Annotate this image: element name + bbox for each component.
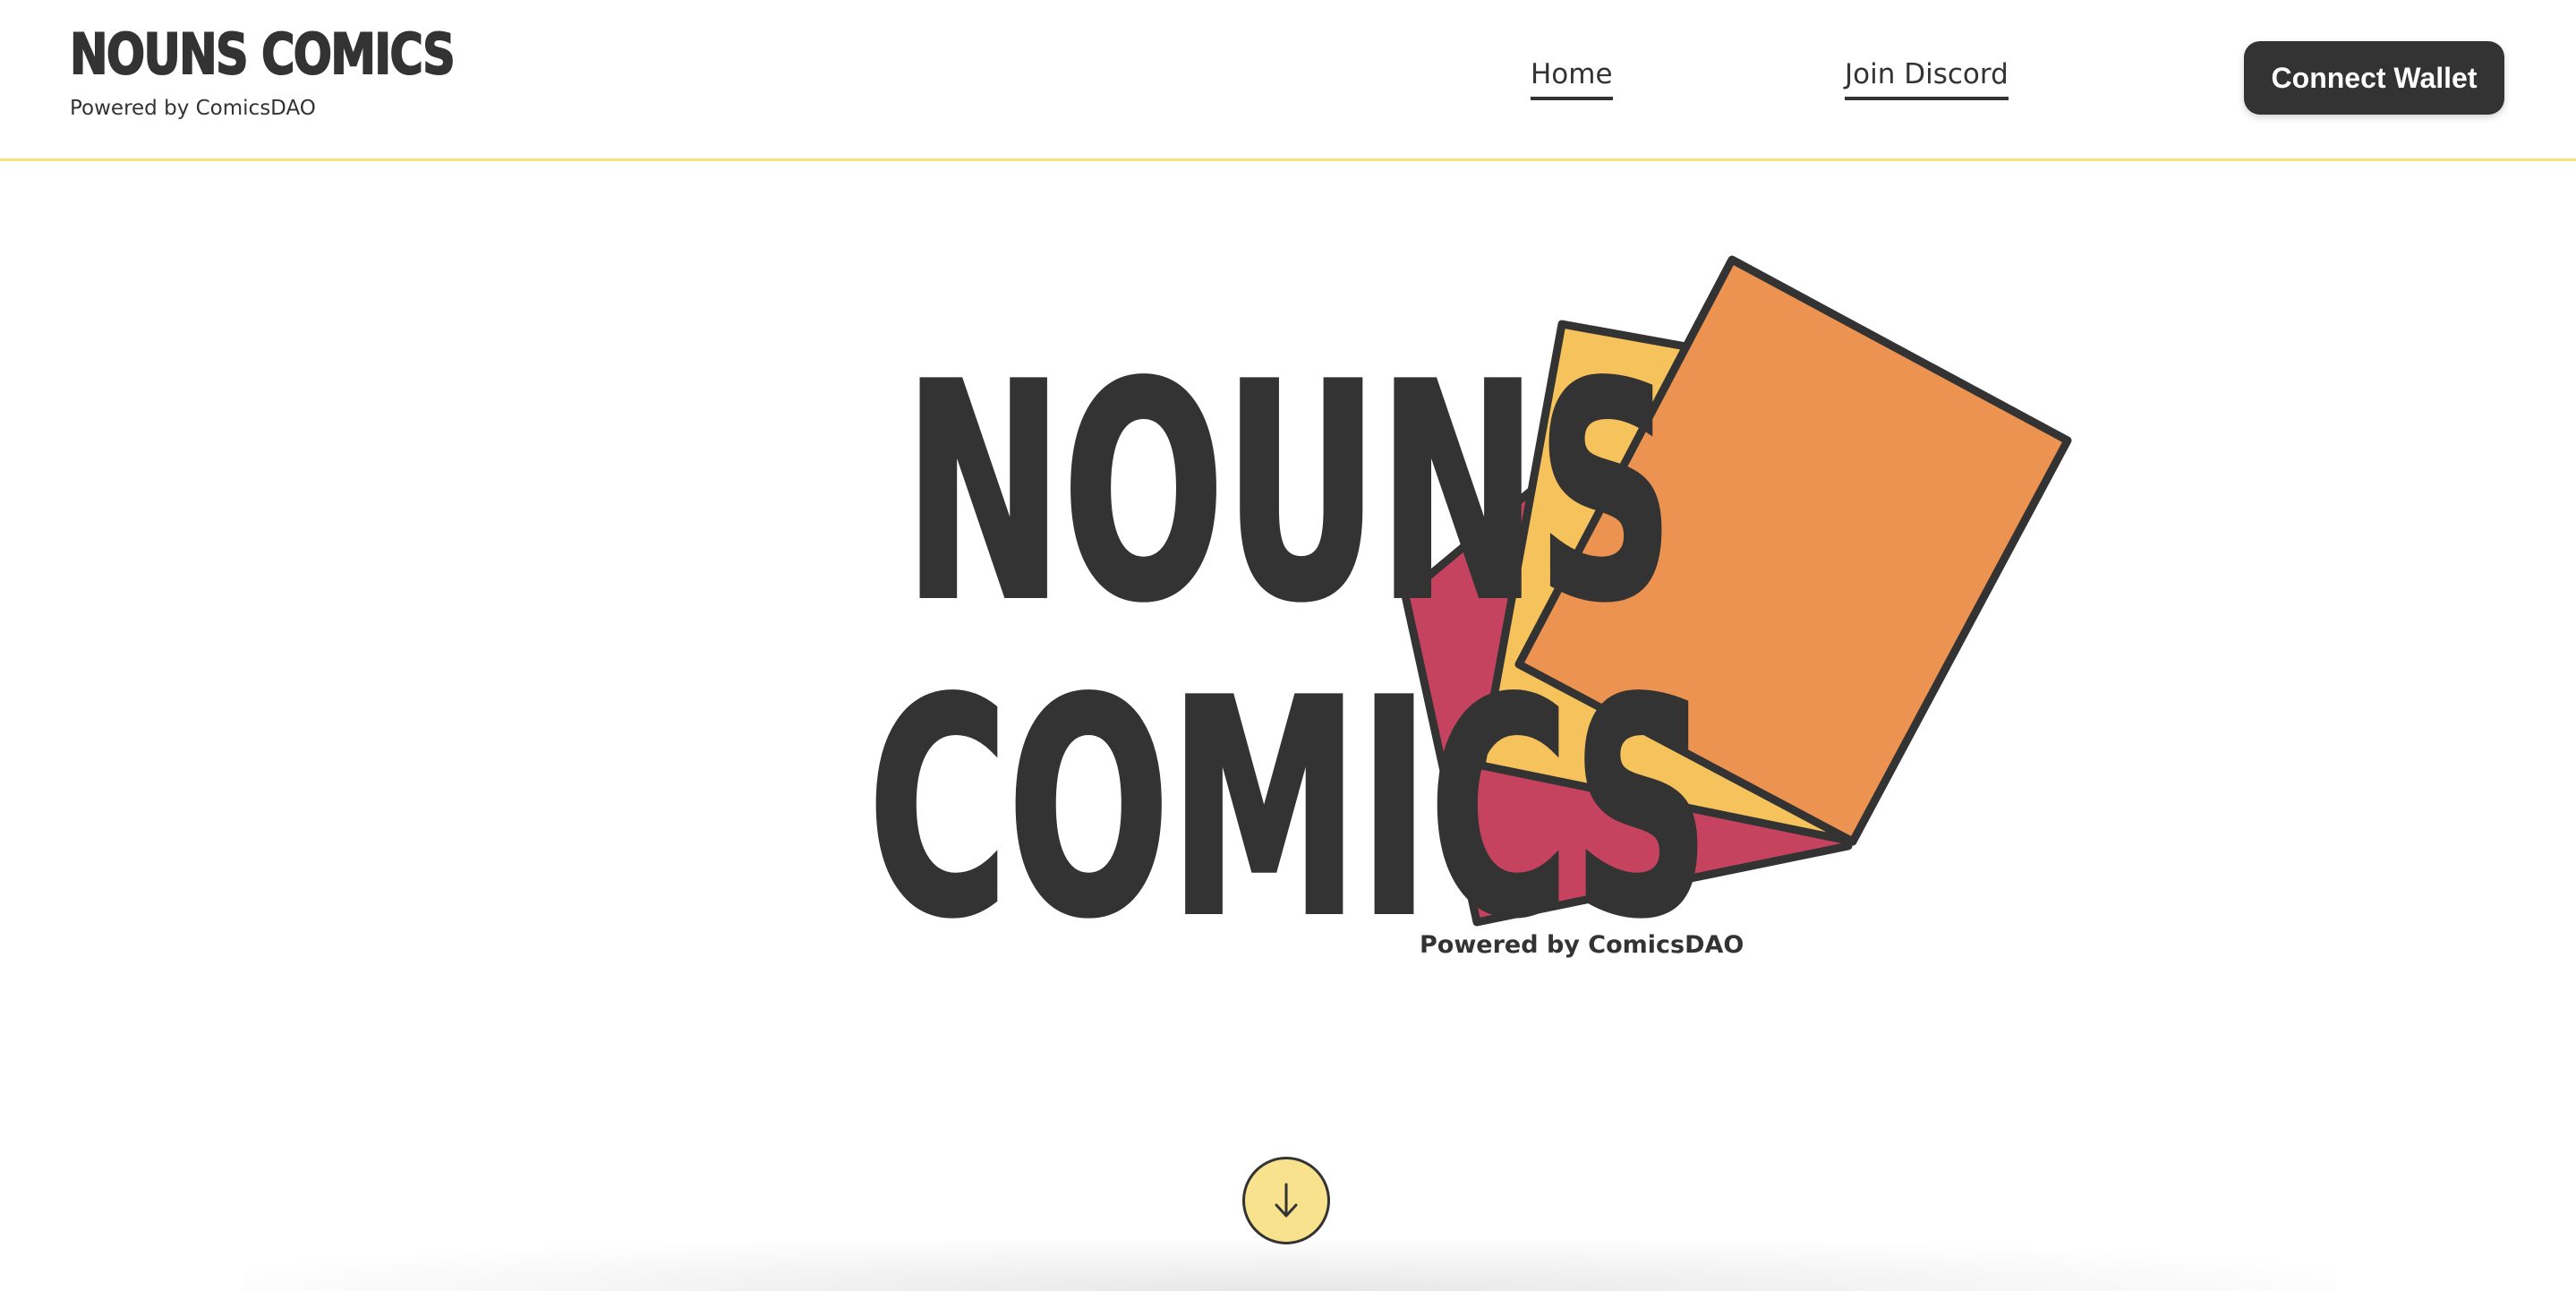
hero-title-line1: NOUNS: [904, 321, 1674, 665]
brand-subtitle: Powered by ComicsDAO: [70, 97, 316, 120]
hero-subtitle: Powered by ComicsDAO: [1420, 931, 1744, 959]
nav-home-link[interactable]: Home: [1531, 59, 1613, 101]
brand-logo[interactable]: NOUNS COMICS Powered by ComicsDAO: [69, 21, 538, 121]
hero-title-line2: COMICS: [868, 637, 1710, 981]
page: NOUNS COMICS Powered by ComicsDAO Home J…: [0, 0, 2576, 1291]
scroll-down-button[interactable]: [1242, 1157, 1330, 1244]
logo-card-yellow: [1477, 320, 1857, 846]
nav-join-discord-link[interactable]: Join Discord: [1845, 59, 2009, 101]
hero-logo: NOUNS COMICS: [866, 255, 2072, 984]
brand-title: NOUNS COMICS: [69, 21, 456, 87]
connect-wallet-button[interactable]: Connect Wallet: [2244, 41, 2504, 115]
site-header: NOUNS COMICS Powered by ComicsDAO Home J…: [0, 0, 2576, 161]
arrow-down-icon: [1275, 1183, 1298, 1218]
logo-card-orange: [1514, 255, 2072, 846]
content-section-peek: [242, 1240, 2336, 1291]
logo-card-red: [1401, 423, 1853, 927]
